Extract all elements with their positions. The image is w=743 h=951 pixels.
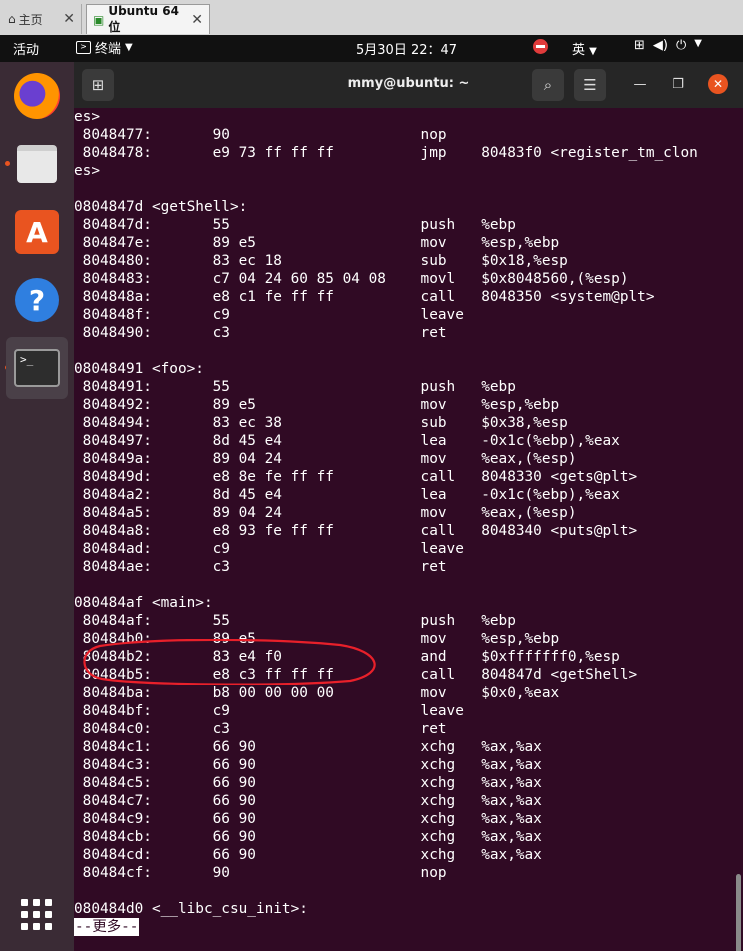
terminal-line: 8048480: 83 ec 18 sub $0x18,%esp [74, 253, 568, 269]
terminal-lines: es> 8048477: 90 nop 8048478: e9 73 ff ff… [74, 108, 698, 918]
dock-files[interactable] [6, 133, 68, 195]
vm-icon: ▣ [93, 12, 105, 27]
close-icon[interactable]: ✕ [191, 12, 203, 28]
terminal-line: 80484cd: 66 90 xchg %ax,%ax [74, 847, 542, 863]
terminal-icon: >_ [14, 349, 60, 387]
maximize-button[interactable]: ❐ [668, 74, 688, 94]
search-button[interactable]: ⌕ [532, 69, 564, 101]
terminal-output[interactable]: es> 8048477: 90 nop 8048478: e9 73 ff ff… [74, 108, 743, 951]
help-icon: ? [15, 278, 59, 322]
dock: A ? >_ [0, 62, 74, 951]
firefox-icon [14, 73, 60, 119]
network-icon: ⊞ [634, 38, 645, 53]
terminal-line: 804847d: 55 push %ebp [74, 217, 516, 233]
dock-software-store[interactable]: A [6, 201, 68, 263]
terminal-line: 80484c0: c3 ret [74, 721, 447, 737]
terminal-line: 80484ba: b8 00 00 00 00 mov $0x0,%eax [74, 685, 560, 701]
minimize-icon: — [633, 76, 647, 92]
chevron-down-icon: ▼ [694, 38, 702, 49]
app-menu-label: 终端 [95, 42, 122, 57]
terminal-line: 80484bf: c9 leave [74, 703, 464, 719]
terminal-line: 80484cb: 66 90 xchg %ax,%ax [74, 829, 542, 845]
terminal-line: 8048490: c3 ret [74, 325, 447, 341]
clock[interactable]: 5月30日 22：47 [356, 39, 457, 58]
terminal-line: 80484af: 55 push %ebp [74, 613, 516, 629]
files-icon [17, 145, 57, 183]
more-prompt: --更多-- [74, 918, 140, 936]
dock-terminal[interactable]: >_ [6, 337, 68, 399]
stop-icon[interactable] [533, 39, 548, 54]
terminal-line: 804847e: 89 e5 mov %esp,%ebp [74, 235, 560, 251]
hamburger-icon: ☰ [583, 76, 597, 94]
terminal-line: 804848f: c9 leave [74, 307, 464, 323]
input-method-indicator[interactable]: 英 ▼ [572, 39, 597, 58]
terminal-line: 8048492: 89 e5 mov %esp,%ebp [74, 397, 560, 413]
close-icon[interactable]: ✕ [63, 11, 75, 27]
terminal-line: 80484ae: c3 ret [74, 559, 447, 575]
close-icon: ✕ [712, 77, 724, 91]
terminal-line: 804849a: 89 04 24 mov %eax,(%esp) [74, 451, 577, 467]
terminal-line: 8048477: 90 nop [74, 127, 447, 143]
vm-tab-home[interactable]: ⌂ 主页 ✕ [2, 4, 82, 34]
vm-tab-label: 主页 [18, 12, 43, 27]
software-store-icon: A [15, 210, 59, 254]
minimize-button[interactable]: — [630, 74, 650, 94]
terminal-line: 80484c5: 66 90 xchg %ax,%ax [74, 775, 542, 791]
terminal-line: 804848a: e8 c1 fe ff ff call 8048350 <sy… [74, 289, 655, 305]
terminal-line: 80484c9: 66 90 xchg %ax,%ax [74, 811, 542, 827]
terminal-line: 8048483: c7 04 24 60 85 04 08 movl $0x80… [74, 271, 629, 287]
chevron-down-icon: ▼ [589, 46, 597, 57]
terminal-small-icon: > [76, 41, 91, 54]
app-menu[interactable]: > 终端 ▼ [76, 38, 133, 57]
terminal-line: 80484a8: e8 93 fe ff ff call 8048340 <pu… [74, 523, 638, 539]
gnome-top-bar: 活动 > 终端 ▼ 5月30日 22：47 英 ▼ ⊞ ◀) ⏻ ▼ [0, 35, 743, 62]
system-menu[interactable]: ⊞ ◀) ⏻ ▼ [634, 38, 702, 53]
volume-icon: ◀) [652, 38, 668, 53]
dock-help[interactable]: ? [6, 269, 68, 331]
terminal-line: 80484cf: 90 nop [74, 865, 447, 881]
terminal-line: 80484ad: c9 leave [74, 541, 464, 557]
menu-button[interactable]: ☰ [574, 69, 606, 101]
terminal-line: 8048494: 83 ec 38 sub $0x38,%esp [74, 415, 568, 431]
maximize-icon: ❐ [672, 76, 684, 92]
terminal-line: 080484d0 <__libc_csu_init>: [74, 901, 308, 917]
terminal-line: 80484c1: 66 90 xchg %ax,%ax [74, 739, 542, 755]
activities-button[interactable]: 活动 [13, 39, 39, 58]
dock-firefox[interactable] [6, 65, 68, 127]
terminal-line: 080484af <main>: [74, 595, 213, 611]
terminal-header-bar: ⊞ mmy@ubuntu: ~ ⌕ ☰ — ❐ ✕ [74, 62, 743, 109]
terminal-line: es> [74, 109, 100, 125]
terminal-line: es> [74, 163, 100, 179]
terminal-line: 08048491 <foo>: [74, 361, 204, 377]
close-window-button[interactable]: ✕ [708, 74, 728, 94]
terminal-line: 80484a2: 8d 45 e4 lea -0x1c(%ebp),%eax [74, 487, 620, 503]
terminal-line: 804849d: e8 8e fe ff ff call 8048330 <ge… [74, 469, 638, 485]
terminal-line: 8048497: 8d 45 e4 lea -0x1c(%ebp),%eax [74, 433, 620, 449]
vm-tab-strip: ⌂ 主页 ✕ ▣ Ubuntu 64 位 ✕ [0, 0, 743, 36]
show-applications-icon[interactable] [21, 899, 53, 931]
terminal-line: 80484c3: 66 90 xchg %ax,%ax [74, 757, 542, 773]
chevron-down-icon: ▼ [125, 42, 133, 53]
scrollbar[interactable] [736, 874, 741, 951]
terminal-line: 8048478: e9 73 ff ff ff jmp 80483f0 <reg… [74, 145, 698, 161]
home-icon: ⌂ [8, 12, 16, 26]
terminal-line: 80484a5: 89 04 24 mov %eax,(%esp) [74, 505, 577, 521]
terminal-line: 80484c7: 66 90 xchg %ax,%ax [74, 793, 542, 809]
terminal-line: 8048491: 55 push %ebp [74, 379, 516, 395]
terminal-line: 0804847d <getShell>: [74, 199, 248, 215]
annotation-ellipse [83, 639, 376, 685]
vm-tab-ubuntu[interactable]: ▣ Ubuntu 64 位 ✕ [86, 4, 210, 34]
input-method-label: 英 [572, 43, 586, 58]
vm-tab-label: Ubuntu 64 位 [108, 4, 179, 34]
search-icon: ⌕ [543, 76, 553, 94]
power-icon: ⏻ [675, 38, 687, 53]
